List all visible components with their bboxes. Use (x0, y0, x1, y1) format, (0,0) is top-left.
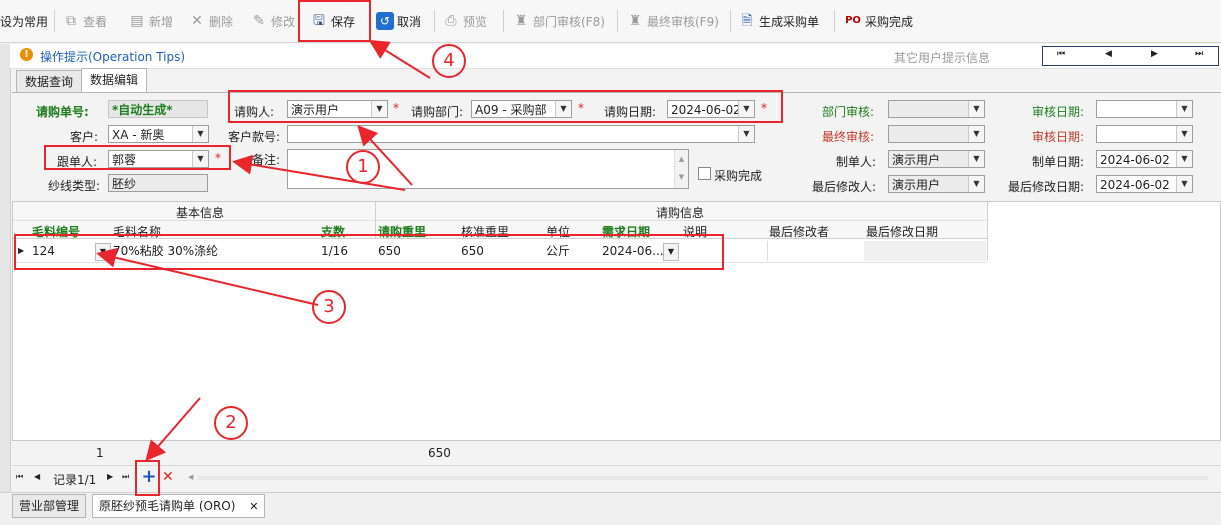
arrow-to-row (96, 247, 319, 306)
arrow-to-save (368, 39, 431, 79)
arrow-to-requester (357, 125, 413, 186)
annotation-arrows (96, 39, 431, 462)
arrow-to-add (145, 397, 201, 462)
arrow-to-follower (232, 154, 406, 191)
